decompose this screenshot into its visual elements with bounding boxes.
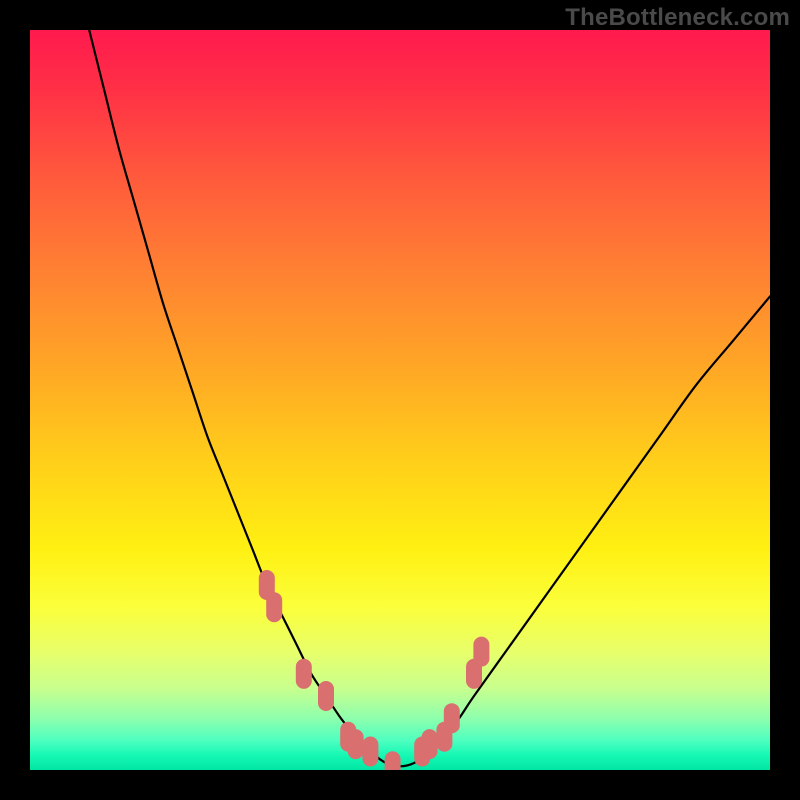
curve-marker xyxy=(422,729,438,759)
curve-marker xyxy=(266,592,282,622)
curve-marker xyxy=(348,729,364,759)
curve-marker xyxy=(362,737,378,767)
curve-marker xyxy=(296,659,312,689)
curve-marker xyxy=(318,681,334,711)
chart-svg xyxy=(30,30,770,770)
chart-frame: TheBottleneck.com xyxy=(0,0,800,800)
curve-marker xyxy=(385,751,401,770)
curve-marker xyxy=(473,637,489,667)
watermark-text: TheBottleneck.com xyxy=(565,4,790,32)
curve-markers xyxy=(259,570,490,770)
plot-area xyxy=(30,30,770,770)
curve-marker xyxy=(444,703,460,733)
bottleneck-curve xyxy=(89,30,770,766)
